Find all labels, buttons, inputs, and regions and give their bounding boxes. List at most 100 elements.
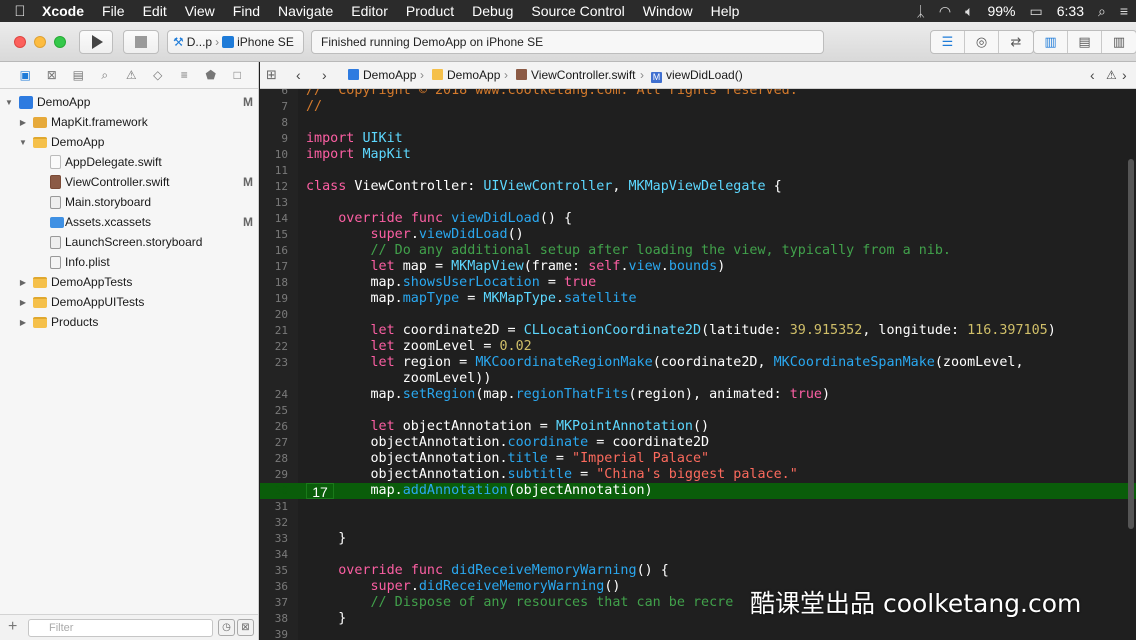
code-line[interactable]: 39 [260,627,1136,640]
breadcrumb-file[interactable]: ViewController.swift [516,62,635,88]
stop-button[interactable] [123,30,159,54]
folder-icon[interactable]: ▣ [12,68,39,82]
code-line[interactable]: 22 let zoomLevel = 0.02 [260,339,1136,355]
previous-issue-icon[interactable]: ‹ [1090,62,1095,88]
menu-app-name[interactable]: Xcode [40,0,93,22]
battery-percent[interactable]: 99% [987,3,1015,19]
assistant-editor-icon[interactable]: ◎ [965,31,999,53]
tree-row-demoapptests[interactable]: ▶ DemoAppTests [0,272,258,292]
code-line[interactable]: 20 [260,307,1136,323]
back-chevron-icon[interactable]: ‹ [296,62,301,88]
breadcrumb-method[interactable]: MviewDidLoad() [651,62,743,88]
code-line[interactable]: 34 [260,547,1136,563]
test-icon[interactable]: ◇ [145,68,172,82]
editor-scrollbar[interactable] [1128,159,1134,529]
debug-area-toggle-icon[interactable]: ▤ [1068,31,1102,53]
warning-icon[interactable]: ⚠ [1106,62,1117,88]
breadcrumb-project[interactable]: DemoApp [348,62,416,88]
filter-input[interactable]: Filter [28,619,213,637]
code-line[interactable]: 35 override func didReceiveMemoryWarning… [260,563,1136,579]
run-button[interactable] [79,30,113,54]
code-line[interactable]: 12 class ViewController: UIViewController… [260,179,1136,195]
disclosure-closed-icon[interactable]: ▶ [18,318,28,327]
tree-row-info-plist[interactable]: Info.plist [0,252,258,272]
source-editor[interactable]: 6 // Copyright © 2018 www.coolketang.com.… [260,89,1136,640]
bluetooth-icon[interactable]: ᛣ [916,3,924,19]
code-line[interactable]: 14 override func viewDidLoad() { [260,211,1136,227]
menu-window[interactable]: Window [634,0,702,22]
utilities-toggle-icon[interactable]: ▥ [1102,31,1136,53]
code-line[interactable]: zoomLevel)) [260,371,1136,387]
tree-row-viewcontroller[interactable]: ViewController.swift M [0,172,258,192]
report-icon[interactable]: □ [224,68,251,82]
menu-find[interactable]: Find [224,0,269,22]
menu-edit[interactable]: Edit [134,0,176,22]
tree-row-demoapp-group[interactable]: ▼ DemoApp [0,132,258,152]
related-items-icon[interactable]: ⊞ [266,62,277,88]
code-line[interactable]: 26 let objectAnnotation = MKPointAnnotat… [260,419,1136,435]
menu-file[interactable]: File [93,0,134,22]
code-line[interactable]: 29 objectAnnotation.subtitle = "China's … [260,467,1136,483]
tree-row-launchscreen[interactable]: LaunchScreen.storyboard [0,232,258,252]
code-line[interactable]: 10 import MapKit [260,147,1136,163]
debug-icon[interactable]: ≡ [171,68,198,82]
tree-row-project[interactable]: ▼ DemoApp M [0,92,258,112]
tree-row-appdelegate[interactable]: AppDelegate.swift [0,152,258,172]
window-minimize-button[interactable] [34,36,46,48]
clock[interactable]: 6:33 [1057,3,1084,19]
code-line[interactable]: 23 let region = MKCoordinateRegionMake(c… [260,355,1136,371]
recent-files-icon[interactable]: ◷ [218,619,235,636]
code-line[interactable]: 17 let map = MKMapView(frame: self.view.… [260,259,1136,275]
code-line[interactable]: 30 map.addAnnotation(objectAnnotation) 17 [260,483,1136,500]
tree-row-assets[interactable]: Assets.xcassets M [0,212,258,232]
find-icon[interactable]: ⌕ [92,68,119,83]
disclosure-open-icon[interactable]: ▼ [4,98,14,107]
spotlight-search-icon[interactable]: ⌕ [1098,3,1106,20]
window-zoom-button[interactable] [54,36,66,48]
battery-icon[interactable]: ▭ [1030,3,1043,20]
symbol-icon[interactable]: ▤ [65,68,92,82]
scheme-selector[interactable]: ⚒ D...p › iPhone SE [167,30,304,54]
disclosure-closed-icon[interactable]: ▶ [18,298,28,307]
code-line[interactable]: 21 let coordinate2D = CLLocationCoordina… [260,323,1136,339]
code-line[interactable]: 27 objectAnnotation.coordinate = coordin… [260,435,1136,451]
tree-row-mapkit-framework[interactable]: ▶ MapKit.framework [0,112,258,132]
code-line[interactable]: 8 [260,115,1136,131]
menu-view[interactable]: View [176,0,224,22]
menu-editor[interactable]: Editor [342,0,397,22]
disclosure-closed-icon[interactable]: ▶ [18,278,28,287]
code-line[interactable]: 6 // Copyright © 2018 www.coolketang.com.… [260,89,1136,99]
tree-row-products[interactable]: ▶ Products [0,312,258,332]
source-control-filter-icon[interactable]: ⊠ [237,619,254,636]
add-file-button[interactable]: + [8,618,17,636]
next-issue-icon[interactable]: › [1122,62,1127,88]
standard-editor-icon[interactable]: ☰ [931,31,965,53]
code-line[interactable]: 16 // Do any additional setup after load… [260,243,1136,259]
code-line[interactable]: 7 // [260,99,1136,115]
code-line[interactable]: 33 } [260,531,1136,547]
source-control-icon[interactable]: ⊠ [39,68,66,82]
code-line[interactable]: 32 [260,515,1136,531]
wifi-icon[interactable]: ◠ [939,3,951,20]
menu-debug[interactable]: Debug [463,0,522,22]
tree-row-main-storyboard[interactable]: Main.storyboard [0,192,258,212]
code-line[interactable]: 9 import UIKit [260,131,1136,147]
code-line[interactable]: 24 map.setRegion(map.regionThatFits(regi… [260,387,1136,403]
window-close-button[interactable] [14,36,26,48]
navigator-toggle-icon[interactable]: ▥ [1034,31,1068,53]
code-line[interactable]: 31 [260,499,1136,515]
disclosure-open-icon[interactable]: ▼ [18,138,28,147]
code-line[interactable]: 13 [260,195,1136,211]
menu-product[interactable]: Product [397,0,463,22]
code-line[interactable]: 28 objectAnnotation.title = "Imperial Pa… [260,451,1136,467]
code-line[interactable]: 11 [260,163,1136,179]
code-line[interactable]: 15 super.viewDidLoad() [260,227,1136,243]
code-line[interactable]: 19 map.mapType = MKMapType.satellite [260,291,1136,307]
menu-source-control[interactable]: Source Control [522,0,633,22]
disclosure-closed-icon[interactable]: ▶ [18,118,28,127]
breadcrumb-group[interactable]: DemoApp [432,62,500,88]
menu-navigate[interactable]: Navigate [269,0,342,22]
notification-center-icon[interactable]: ≡ [1120,3,1128,19]
version-editor-icon[interactable]: ⇄ [999,31,1033,53]
code-line[interactable]: 18 map.showsUserLocation = true [260,275,1136,291]
